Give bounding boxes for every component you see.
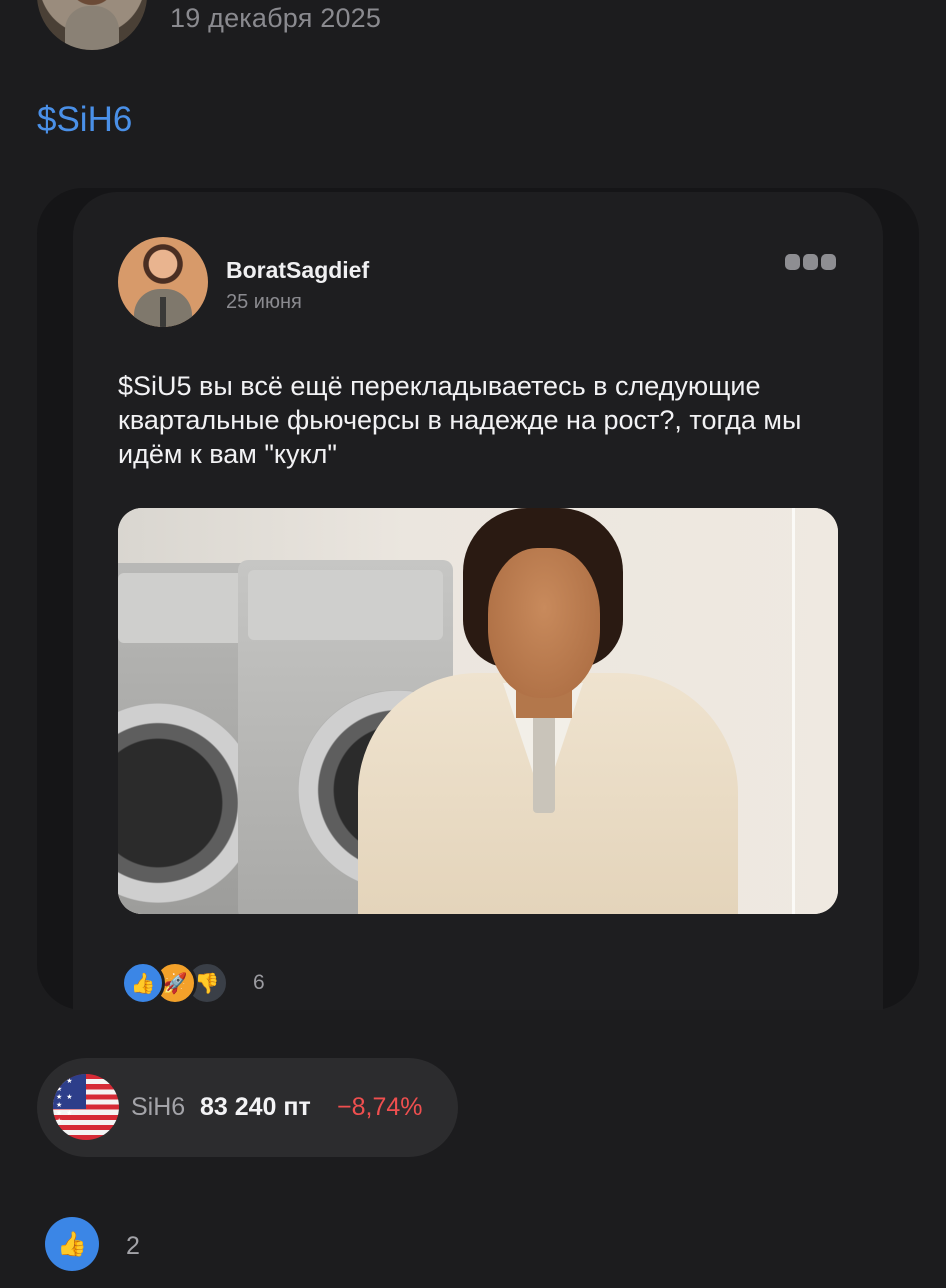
instrument-change: −8,74% xyxy=(337,1093,423,1121)
more-options-icon[interactable] xyxy=(785,254,837,272)
repost-author-name[interactable]: BoratSagdief xyxy=(226,257,369,284)
repost-author-avatar[interactable] xyxy=(118,237,208,327)
post-date: 19 декабря 2025 xyxy=(170,3,382,33)
us-flag-icon: ★ ★ ★ ★ ★ ★ ★ ★ ★ xyxy=(53,1074,119,1140)
post-image[interactable] xyxy=(118,508,838,914)
likes-count: 2 xyxy=(126,1232,140,1260)
feed-post: 19 декабря 2025 $SiH6 BoratSagdief 25 ию… xyxy=(0,0,946,1288)
author-avatar[interactable] xyxy=(37,0,147,50)
repost-date: 25 июня xyxy=(226,291,302,313)
like-button[interactable]: 👍 xyxy=(45,1217,99,1271)
repost-text: $SiU5 вы всё ещё перекладываетесь в след… xyxy=(118,371,802,469)
reactions-bar[interactable]: 👍 🚀 👎 6 xyxy=(121,960,265,1006)
instrument-ticker: SiH6 xyxy=(131,1093,186,1121)
thumbs-up-icon: 👍 xyxy=(57,1230,87,1258)
instrument-price: 83 240 пт xyxy=(200,1093,311,1121)
thumbs-up-icon[interactable]: 👍 xyxy=(121,961,165,1005)
ticker-link[interactable]: $SiH6 xyxy=(37,100,132,140)
repost-content[interactable]: BoratSagdief 25 июня $SiU5 вы всё ещё пе… xyxy=(73,192,883,1010)
instrument-chip[interactable]: ★ ★ ★ ★ ★ ★ ★ ★ ★ SiH6 83 240 пт −8,74% xyxy=(37,1058,458,1157)
reactions-count: 6 xyxy=(253,971,265,994)
